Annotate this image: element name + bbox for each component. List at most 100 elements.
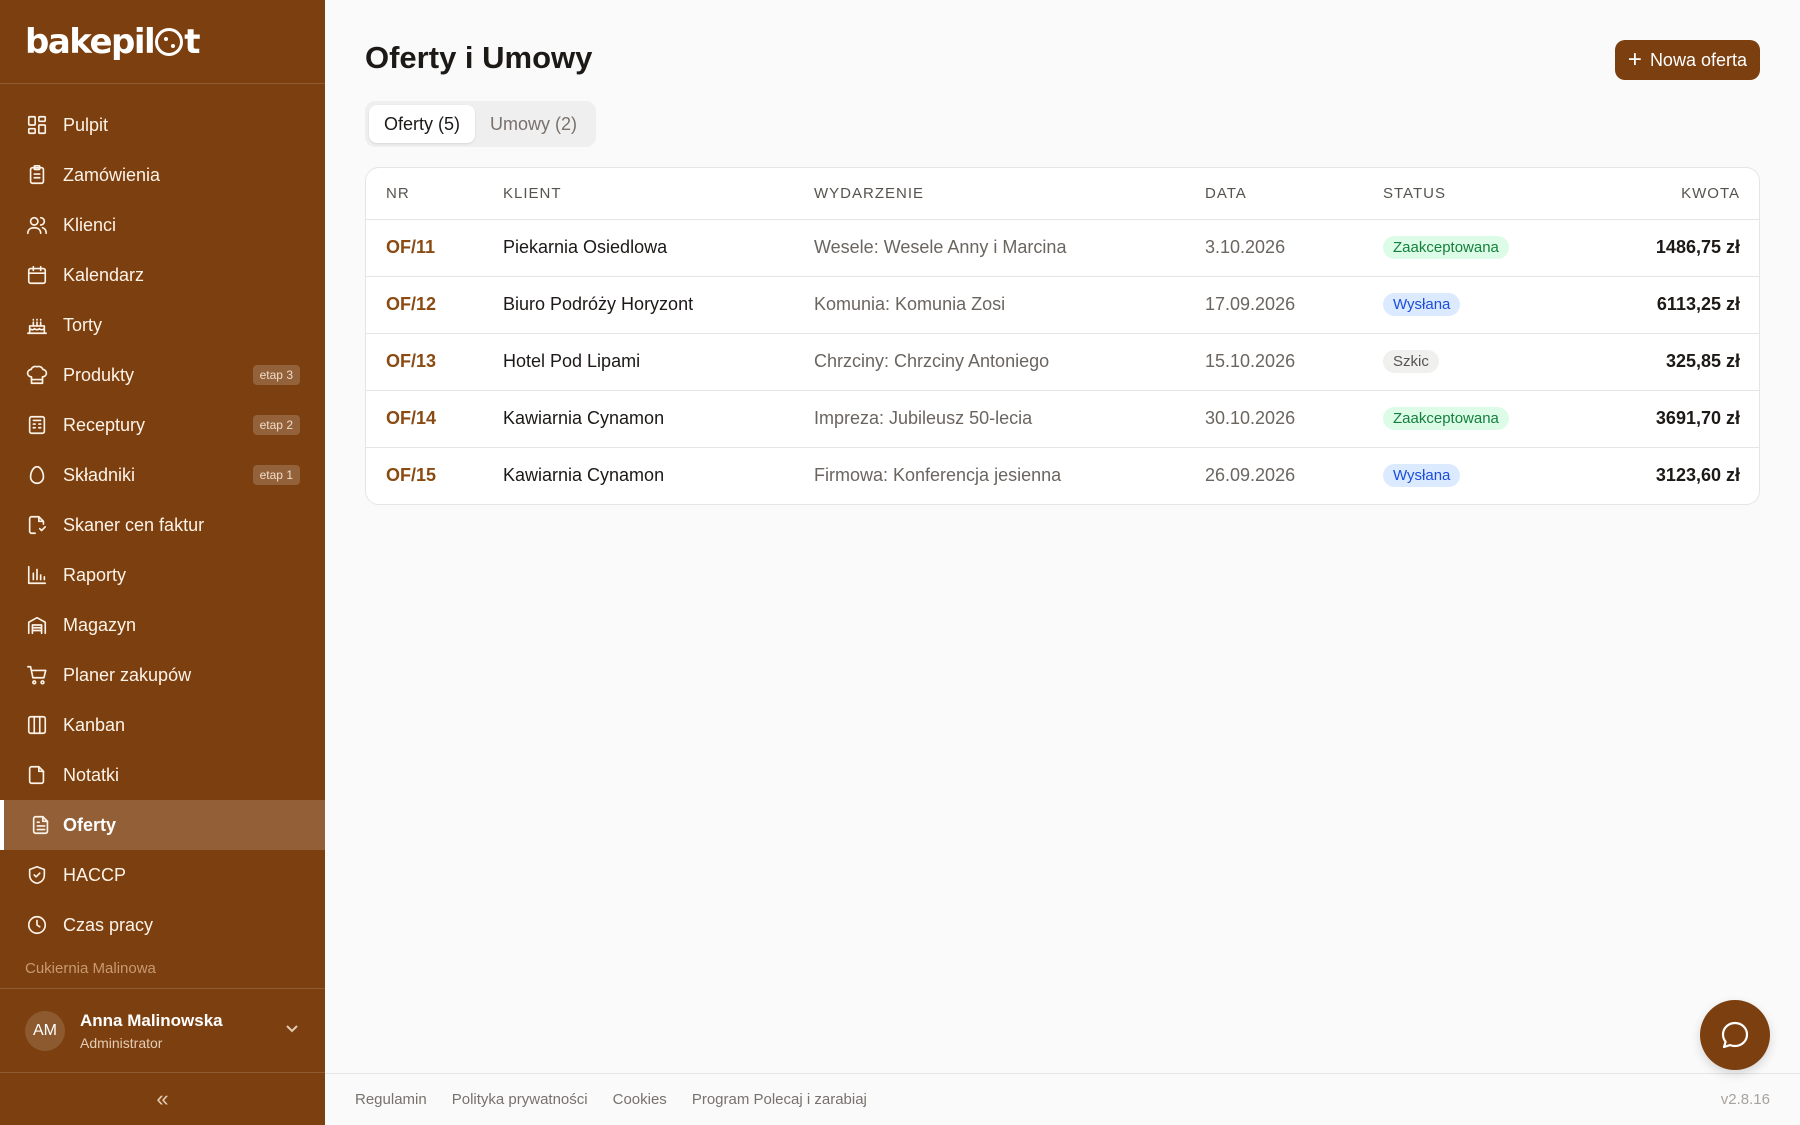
- sidebar-item-label: Raporty: [63, 564, 127, 585]
- footer: Regulamin Polityka prywatności Cookies P…: [325, 1073, 1800, 1125]
- footer-link-referral[interactable]: Program Polecaj i zarabiaj: [692, 1091, 867, 1108]
- sidebar-item-label: Kanban: [63, 714, 126, 735]
- cake-icon: [25, 313, 49, 337]
- offer-number[interactable]: OF/12: [366, 276, 503, 334]
- event-name: Komunia: Komunia Zosi: [814, 276, 1205, 334]
- document-scan-icon: [25, 513, 49, 537]
- table-row[interactable]: OF/11 Piekarnia Osiedlowa Wesele: Wesele A…: [366, 219, 1759, 277]
- offers-table: NR KLIENT WYDARZENIE DATA STATUS KWOTA O…: [365, 167, 1760, 505]
- offer-amount: 325,85 zł: [1553, 333, 1759, 391]
- tabs: Oferty (5) Umowy (2): [365, 101, 597, 147]
- client-name: Biuro Podróży Horyzont: [503, 276, 814, 334]
- client-name: Hotel Pod Lipami: [503, 333, 814, 391]
- sidebar-item-receptury[interactable]: Receptury etap 2: [0, 400, 325, 450]
- table-row[interactable]: OF/14 Kawiarnia Cynamon Impreza: Jubileusz…: [366, 390, 1759, 448]
- shield-check-icon: [25, 863, 49, 887]
- column-header-event[interactable]: WYDARZENIE: [814, 168, 1205, 220]
- user-role: Administrator: [80, 1034, 163, 1051]
- column-header-nr[interactable]: NR: [366, 168, 503, 220]
- status-badge: Szkic: [1383, 350, 1439, 373]
- note-icon: [25, 763, 49, 787]
- user-name: Anna Malinowska: [80, 1010, 223, 1030]
- sidebar-item-haccp[interactable]: HACCP: [0, 850, 325, 900]
- footer-link-privacy[interactable]: Polityka prywatności: [452, 1091, 588, 1108]
- user-menu[interactable]: AM Anna Malinowska Administrator: [0, 988, 325, 1074]
- footer-link-terms[interactable]: Regulamin: [355, 1091, 427, 1108]
- offer-number[interactable]: OF/13: [366, 333, 503, 391]
- sidebar-item-notatki[interactable]: Notatki: [0, 750, 325, 800]
- chat-button[interactable]: [1700, 1000, 1770, 1070]
- sidebar-item-pulpit[interactable]: Pulpit: [0, 100, 325, 150]
- sidebar-item-oferty[interactable]: Oferty: [0, 800, 325, 851]
- column-header-amount[interactable]: KWOTA: [1553, 168, 1759, 220]
- kanban-icon: [25, 713, 49, 737]
- sidebar-item-kanban[interactable]: Kanban: [0, 700, 325, 750]
- tab-contracts[interactable]: Umowy (2): [475, 105, 592, 143]
- sidebar-item-label: Skaner cen faktur: [63, 514, 205, 535]
- sidebar-item-torty[interactable]: Torty: [0, 300, 325, 350]
- cookie-icon: [155, 27, 184, 56]
- offer-amount: 1486,75 zł: [1553, 219, 1759, 277]
- sidebar-item-label: Notatki: [63, 764, 120, 785]
- sidebar-item-czas-pracy[interactable]: Czas pracy: [0, 900, 325, 950]
- sidebar-item-label: Oferty: [63, 814, 117, 835]
- dashboard-icon: [25, 113, 49, 137]
- new-offer-label: Nowa oferta: [1649, 49, 1747, 70]
- sidebar-item-magazyn[interactable]: Magazyn: [0, 600, 325, 650]
- stage-badge: etap 2: [252, 415, 300, 436]
- status-cell: Szkic: [1383, 333, 1553, 391]
- offer-number[interactable]: OF/15: [366, 447, 503, 504]
- status-badge: Zaakceptowana: [1383, 407, 1509, 430]
- column-header-status[interactable]: STATUS: [1383, 168, 1553, 220]
- sidebar-nav: Pulpit Zamówienia Klienci Kalendarz Torty Pro…: [0, 84, 325, 950]
- egg-icon: [25, 463, 49, 487]
- warehouse-icon: [25, 613, 49, 637]
- avatar: AM: [25, 1010, 65, 1051]
- offer-number[interactable]: OF/11: [366, 219, 503, 277]
- status-cell: Zaakceptowana: [1383, 219, 1553, 277]
- offer-date: 30.10.2026: [1205, 390, 1383, 448]
- table-row[interactable]: OF/15 Kawiarnia Cynamon Firmowa: Konferenc…: [366, 447, 1759, 504]
- table-row[interactable]: OF/12 Biuro Podróży Horyzont Komunia: Komu…: [366, 276, 1759, 334]
- organization-name: Cukiernia Malinowa: [25, 960, 156, 978]
- main-content: Oferty i Umowy + Nowa oferta Oferty (5) …: [325, 0, 1800, 1073]
- column-header-date[interactable]: DATA: [1205, 168, 1383, 220]
- table-row[interactable]: OF/13 Hotel Pod Lipami Chrzciny: Chrzciny …: [366, 333, 1759, 391]
- sidebar-item-label: Magazyn: [63, 614, 137, 635]
- new-offer-button[interactable]: + Nowa oferta: [1614, 40, 1760, 80]
- calendar-icon: [25, 263, 49, 287]
- offer-amount: 6113,25 zł: [1553, 276, 1759, 334]
- sidebar-item-planer-zakupów[interactable]: Planer zakupów: [0, 650, 325, 700]
- sidebar-item-raporty[interactable]: Raporty: [0, 550, 325, 600]
- sidebar-item-label: Kalendarz: [63, 264, 145, 285]
- offer-date: 15.10.2026: [1205, 333, 1383, 391]
- sidebar-item-produkty[interactable]: Produkty etap 3: [0, 350, 325, 400]
- sidebar-item-skaner-cen-faktur[interactable]: Skaner cen faktur: [0, 500, 325, 550]
- status-badge: Wysłana: [1383, 464, 1461, 488]
- users-icon: [25, 213, 49, 237]
- cart-icon: [25, 663, 49, 687]
- recipe-book-icon: [25, 413, 49, 437]
- sidebar-item-label: Pulpit: [63, 114, 109, 135]
- footer-link-cookies[interactable]: Cookies: [613, 1091, 667, 1108]
- sidebar-item-label: Produkty: [63, 364, 135, 385]
- collapse-sidebar-button[interactable]: «: [0, 1073, 325, 1125]
- sidebar: bakepil t Pulpit Zamówienia Klienci Kalendar…: [0, 0, 325, 1125]
- column-header-client[interactable]: KLIENT: [503, 168, 814, 220]
- tab-offers[interactable]: Oferty (5): [369, 105, 476, 143]
- status-badge: Zaakceptowana: [1383, 236, 1509, 259]
- event-name: Firmowa: Konferencja jesienna: [814, 465, 1062, 486]
- offer-number[interactable]: OF/14: [366, 390, 503, 448]
- stage-badge: etap 3: [252, 365, 300, 386]
- sidebar-item-składniki[interactable]: Składniki etap 1: [0, 450, 325, 500]
- brand-logo[interactable]: bakepil t: [0, 0, 325, 85]
- sidebar-item-label: Torty: [63, 314, 103, 335]
- sidebar-item-kalendarz[interactable]: Kalendarz: [0, 250, 325, 300]
- sidebar-item-zamówienia[interactable]: Zamówienia: [0, 150, 325, 200]
- chat-bubble-icon: [1721, 1021, 1749, 1049]
- sidebar-item-klienci[interactable]: Klienci: [0, 200, 325, 250]
- status-cell: Wysłana: [1383, 276, 1553, 334]
- file-text-icon: [29, 813, 53, 837]
- chevron-down-icon: [284, 1020, 300, 1041]
- event-name: Chrzciny: Chrzciny Antoniego: [814, 333, 1205, 391]
